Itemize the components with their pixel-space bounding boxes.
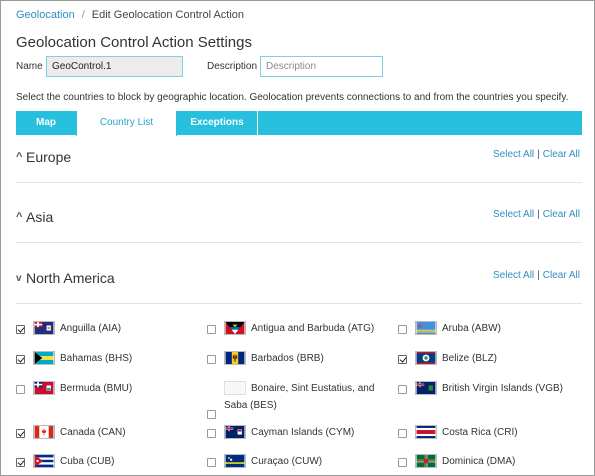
region-header-asia[interactable]: ^ Asia (16, 209, 53, 225)
country-checkbox[interactable] (16, 355, 25, 364)
country-checkbox[interactable] (16, 429, 25, 438)
country-checkbox[interactable] (207, 325, 216, 334)
tab-country-list[interactable]: Country List (76, 111, 177, 136)
country-label: Bahamas (BHS) (60, 353, 133, 364)
anguilla-flag-icon (33, 321, 55, 335)
settings-window: Geolocation / Edit Geolocation Control Act… (0, 0, 595, 476)
aruba-flag-icon (415, 321, 437, 335)
country-checkbox[interactable] (207, 410, 216, 419)
cuba-flag-icon (33, 454, 55, 468)
chevron-up-icon: ^ (16, 211, 23, 223)
country-label: Curaçao (CUW) (251, 456, 323, 467)
country-label: Belize (BLZ) (442, 353, 498, 364)
country-label-line1: Bonaire, Sint Eustatius, and (251, 383, 375, 394)
select-all-link[interactable]: Select All (493, 270, 534, 281)
country-label: Dominica (DMA) (442, 456, 516, 467)
intro-text: Select the countries to block by geograp… (16, 92, 569, 103)
clear-all-link[interactable]: Clear All (543, 209, 580, 220)
region-divider (16, 303, 582, 304)
name-label: Name (16, 61, 43, 72)
country-checkbox[interactable] (16, 458, 25, 467)
bahamas-flag-icon (33, 351, 55, 365)
country-label-line2: Saba (BES) (224, 400, 277, 411)
description-label: Description (207, 61, 258, 72)
description-field[interactable] (260, 56, 383, 77)
country-checkbox[interactable] (207, 429, 216, 438)
chevron-up-icon: ^ (16, 151, 23, 163)
country-checkbox[interactable] (398, 385, 407, 394)
region-divider (16, 182, 582, 183)
country-checkbox[interactable] (207, 355, 216, 364)
dominica-flag-icon (415, 454, 437, 468)
country-checkbox[interactable] (398, 325, 407, 334)
region-divider (16, 242, 582, 243)
select-all-link[interactable]: Select All (493, 209, 534, 220)
tab-bar: Map Country List Exceptions (16, 111, 582, 136)
region-title: Asia (26, 209, 54, 225)
action-separator: | (537, 149, 540, 160)
name-field[interactable] (46, 56, 183, 77)
bermuda-flag-icon (33, 381, 55, 395)
belize-flag-icon (415, 351, 437, 365)
breadcrumb-link-geolocation[interactable]: Geolocation (16, 9, 75, 21)
tab-map[interactable]: Map (16, 111, 76, 135)
clear-all-link[interactable]: Clear All (543, 270, 580, 281)
region-actions-asia: Select All | Clear All (493, 209, 580, 220)
country-checkbox[interactable] (398, 355, 407, 364)
country-checkbox[interactable] (398, 458, 407, 467)
country-label: Anguilla (AIA) (60, 323, 122, 334)
canada-flag-icon (33, 425, 55, 439)
region-actions-europe: Select All | Clear All (493, 149, 580, 160)
region-header-north-america[interactable]: v North America (16, 270, 115, 286)
action-separator: | (537, 270, 540, 281)
region-actions-north-america: Select All | Clear All (493, 270, 580, 281)
page-title: Geolocation Control Action Settings (16, 34, 252, 51)
select-all-link[interactable]: Select All (493, 149, 534, 160)
country-checkbox[interactable] (16, 325, 25, 334)
country-checkbox[interactable] (398, 429, 407, 438)
barbados-flag-icon (224, 351, 246, 365)
country-checkbox[interactable] (207, 458, 216, 467)
region-title: Europe (26, 149, 72, 165)
country-label: Cayman Islands (CYM) (251, 427, 355, 438)
curacao-flag-icon (224, 454, 246, 468)
british-virgin-islands-flag-icon (415, 381, 437, 395)
costa-rica-flag-icon (415, 425, 437, 439)
antigua-barbuda-flag-icon (224, 321, 246, 335)
country-label: British Virgin Islands (VGB) (442, 383, 563, 394)
clear-all-link[interactable]: Clear All (543, 149, 580, 160)
country-label: Canada (CAN) (60, 427, 126, 438)
chevron-down-icon: v (16, 273, 22, 284)
breadcrumb: Geolocation / Edit Geolocation Control Act… (16, 9, 244, 21)
region-title: North America (26, 270, 115, 286)
country-checkbox[interactable] (16, 385, 25, 394)
country-label: Cuba (CUB) (60, 456, 115, 467)
region-header-europe[interactable]: ^ Europe (16, 149, 71, 165)
country-label: Bermuda (BMU) (60, 383, 133, 394)
bonaire-flag-icon (224, 381, 246, 395)
country-label: Barbados (BRB) (251, 353, 324, 364)
action-separator: | (537, 209, 540, 220)
cayman-islands-flag-icon (224, 425, 246, 439)
country-label: Antigua and Barbuda (ATG) (251, 323, 375, 334)
country-label: Costa Rica (CRI) (442, 427, 518, 438)
country-label: Aruba (ABW) (442, 323, 501, 334)
breadcrumb-current: Edit Geolocation Control Action (91, 9, 245, 21)
tab-exceptions[interactable]: Exceptions (177, 111, 258, 135)
breadcrumb-separator: / (81, 9, 85, 21)
